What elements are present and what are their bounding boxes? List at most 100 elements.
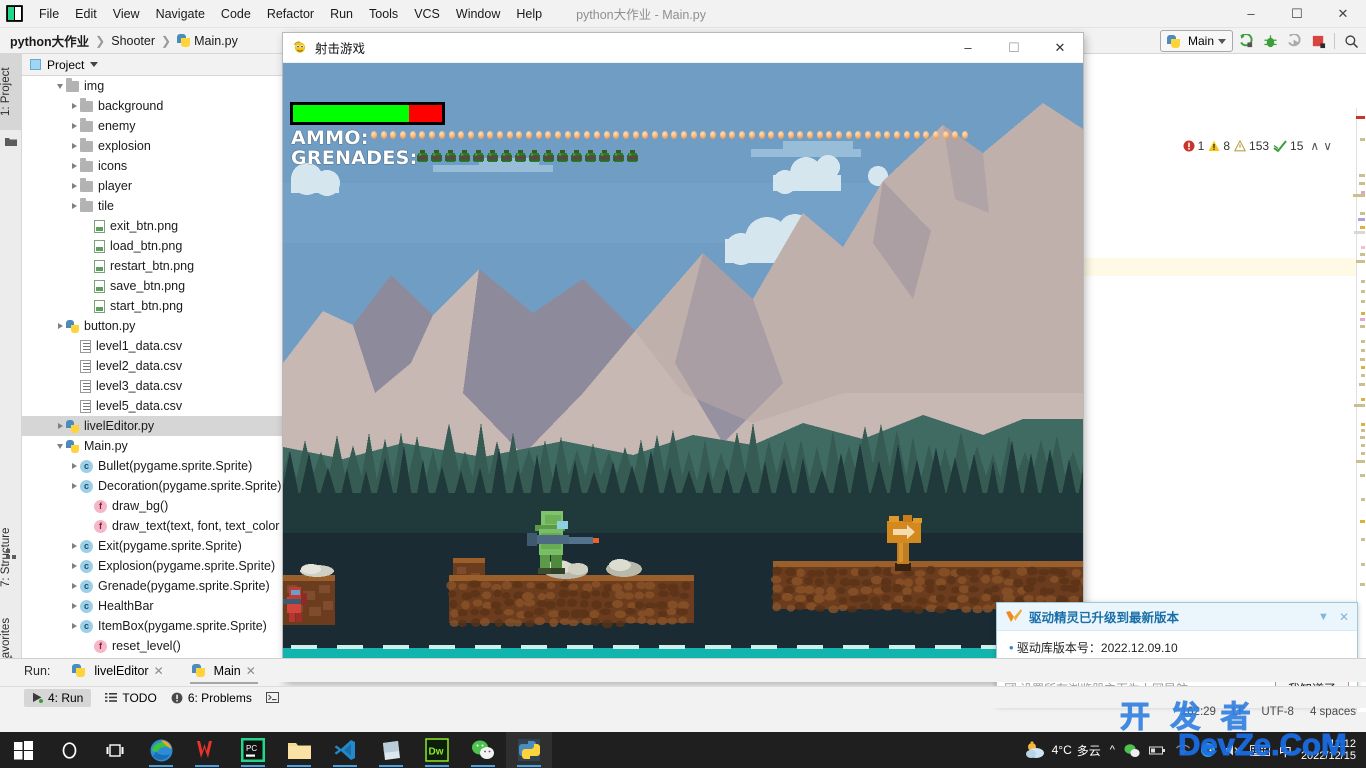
run-tab-livelEditor[interactable]: livelEditor ✕ (66, 662, 169, 680)
minimap-marker[interactable] (1359, 174, 1365, 177)
taskbar-item-edge[interactable] (138, 732, 184, 768)
chevron-right-icon[interactable] (68, 476, 80, 496)
minimap-marker[interactable] (1356, 116, 1365, 119)
tree-row[interactable]: level3_data.csv (22, 376, 284, 396)
tree-row[interactable]: tile (22, 196, 284, 216)
inspection-down-arrow[interactable]: ∨ (1323, 139, 1332, 153)
minimap-marker[interactable] (1361, 423, 1365, 426)
ide-minimize-button[interactable]: – (1228, 0, 1274, 29)
minimap-marker[interactable] (1360, 226, 1365, 229)
taskbar-item-wechat[interactable] (460, 732, 506, 768)
weather-widget[interactable]: 4°C 多云 (1025, 741, 1101, 759)
minimap-marker[interactable] (1361, 452, 1365, 455)
sidebar-item-project[interactable]: 1: Project (0, 54, 22, 130)
inspection-widget[interactable]: 1 8 153 15 ∧ ∨ (1183, 139, 1332, 153)
ime-indicator[interactable]: 中 (1279, 741, 1292, 760)
taskbar-item-wps[interactable] (184, 732, 230, 768)
minimap-marker[interactable] (1361, 374, 1365, 377)
run-button[interactable] (1235, 30, 1257, 52)
minimap-marker[interactable] (1361, 349, 1365, 352)
chevron-right-icon[interactable] (68, 196, 80, 216)
search-everywhere-button[interactable] (1340, 30, 1362, 52)
chevron-right-icon[interactable] (54, 316, 66, 336)
game-maximize-button[interactable]: ☐ (991, 33, 1037, 63)
tree-row[interactable]: c ItemBox(pygame.sprite.Sprite) (22, 616, 284, 636)
monitor-icon[interactable] (1200, 742, 1216, 758)
minimap-marker[interactable] (1361, 498, 1365, 501)
tree-row[interactable]: img (22, 76, 284, 96)
tree-row[interactable]: enemy (22, 116, 284, 136)
minimap-marker[interactable] (1360, 253, 1365, 256)
chevron-right-icon[interactable] (54, 416, 66, 436)
ide-close-button[interactable]: ✕ (1320, 0, 1366, 29)
notification-close-icon[interactable]: ✕ (1339, 610, 1349, 624)
menu-item-tools[interactable]: Tools (361, 3, 406, 25)
minimap-marker[interactable] (1354, 404, 1365, 407)
chevron-right-icon[interactable] (68, 556, 80, 576)
tree-row[interactable]: c HealthBar (22, 596, 284, 616)
breadcrumb-project[interactable]: python大作业 (10, 31, 89, 50)
minimap-marker[interactable] (1360, 358, 1365, 361)
minimap-marker[interactable] (1361, 429, 1365, 432)
breadcrumb-folder[interactable]: Shooter (111, 34, 155, 48)
minimap-marker[interactable] (1361, 366, 1365, 369)
taskbar-item-pycharm[interactable]: PC (230, 732, 276, 768)
minimap-marker[interactable] (1361, 246, 1365, 249)
tree-row[interactable]: livelEditor.py (22, 416, 284, 436)
minimap-marker[interactable] (1353, 194, 1365, 197)
volume-mute-icon[interactable] (1225, 743, 1241, 757)
minimap-marker[interactable] (1361, 312, 1365, 315)
warning-count[interactable]: 8 (1208, 139, 1230, 153)
typo-count[interactable]: 15 (1273, 139, 1303, 153)
taskbar-item-dreamweaver[interactable]: Dw (414, 732, 460, 768)
tree-row[interactable]: f reset_level() (22, 636, 284, 656)
minimap-marker[interactable] (1356, 260, 1365, 263)
ide-maximize-button[interactable]: ☐ (1274, 0, 1320, 29)
chevron-down-icon[interactable] (90, 62, 99, 67)
wechat-tray-icon[interactable] (1124, 743, 1140, 758)
minimap-marker[interactable] (1361, 444, 1365, 447)
menu-item-navigate[interactable]: Navigate (148, 3, 213, 25)
minimap-marker[interactable] (1358, 218, 1365, 221)
menu-item-file[interactable]: File (31, 3, 67, 25)
tree-row[interactable]: f draw_bg() (22, 496, 284, 516)
minimap-marker[interactable] (1359, 383, 1365, 386)
chevron-down-icon[interactable] (54, 436, 66, 456)
minimap-marker[interactable] (1360, 318, 1365, 321)
tree-row[interactable]: button.py (22, 316, 284, 336)
menu-item-vcs[interactable]: VCS (406, 3, 448, 25)
minimap-marker[interactable] (1360, 138, 1365, 141)
menu-item-view[interactable]: View (105, 3, 148, 25)
minimap-marker[interactable] (1356, 460, 1365, 463)
notification-collapse-icon[interactable]: ▼ (1318, 611, 1339, 623)
tree-row[interactable]: c Exit(pygame.sprite.Sprite) (22, 536, 284, 556)
game-close-button[interactable]: ✕ (1037, 33, 1083, 63)
menu-item-refactor[interactable]: Refactor (259, 3, 322, 25)
chevron-down-icon[interactable] (54, 76, 66, 96)
inspection-up-arrow[interactable]: ∧ (1310, 139, 1319, 153)
file-encoding[interactable]: UTF-8 (1261, 706, 1294, 718)
minimap-marker[interactable] (1360, 583, 1365, 586)
run-tab-main[interactable]: Main ✕ (186, 662, 262, 684)
project-panel-header[interactable]: Project (22, 54, 283, 76)
minimap-marker[interactable] (1361, 538, 1365, 541)
menu-item-run[interactable]: Run (322, 3, 361, 25)
cortana-search-button[interactable] (46, 732, 92, 768)
chevron-right-icon[interactable] (68, 176, 80, 196)
taskbar-item-python-app[interactable] (506, 732, 552, 768)
tree-row[interactable]: Main.py (22, 436, 284, 456)
tree-row[interactable]: restart_btn.png (22, 256, 284, 276)
tree-row[interactable]: save_btn.png (22, 276, 284, 296)
minimap-marker[interactable] (1361, 300, 1365, 303)
keyboard-icon[interactable] (1249, 744, 1270, 757)
chevron-right-icon[interactable] (68, 156, 80, 176)
status-item-run[interactable]: 4: Run (24, 688, 92, 707)
minimap-marker[interactable] (1360, 474, 1365, 477)
weak-warning-count[interactable]: 153 (1234, 139, 1269, 153)
start-button[interactable] (0, 732, 46, 768)
indent-setting[interactable]: 4 spaces (1310, 706, 1356, 718)
status-item-problems[interactable]: 6: Problems (171, 691, 252, 705)
taskbar-item-explorer[interactable] (276, 732, 322, 768)
minimap-marker[interactable] (1361, 290, 1365, 293)
game-window-titlebar[interactable]: 射击游戏 – ☐ ✕ (283, 33, 1083, 63)
